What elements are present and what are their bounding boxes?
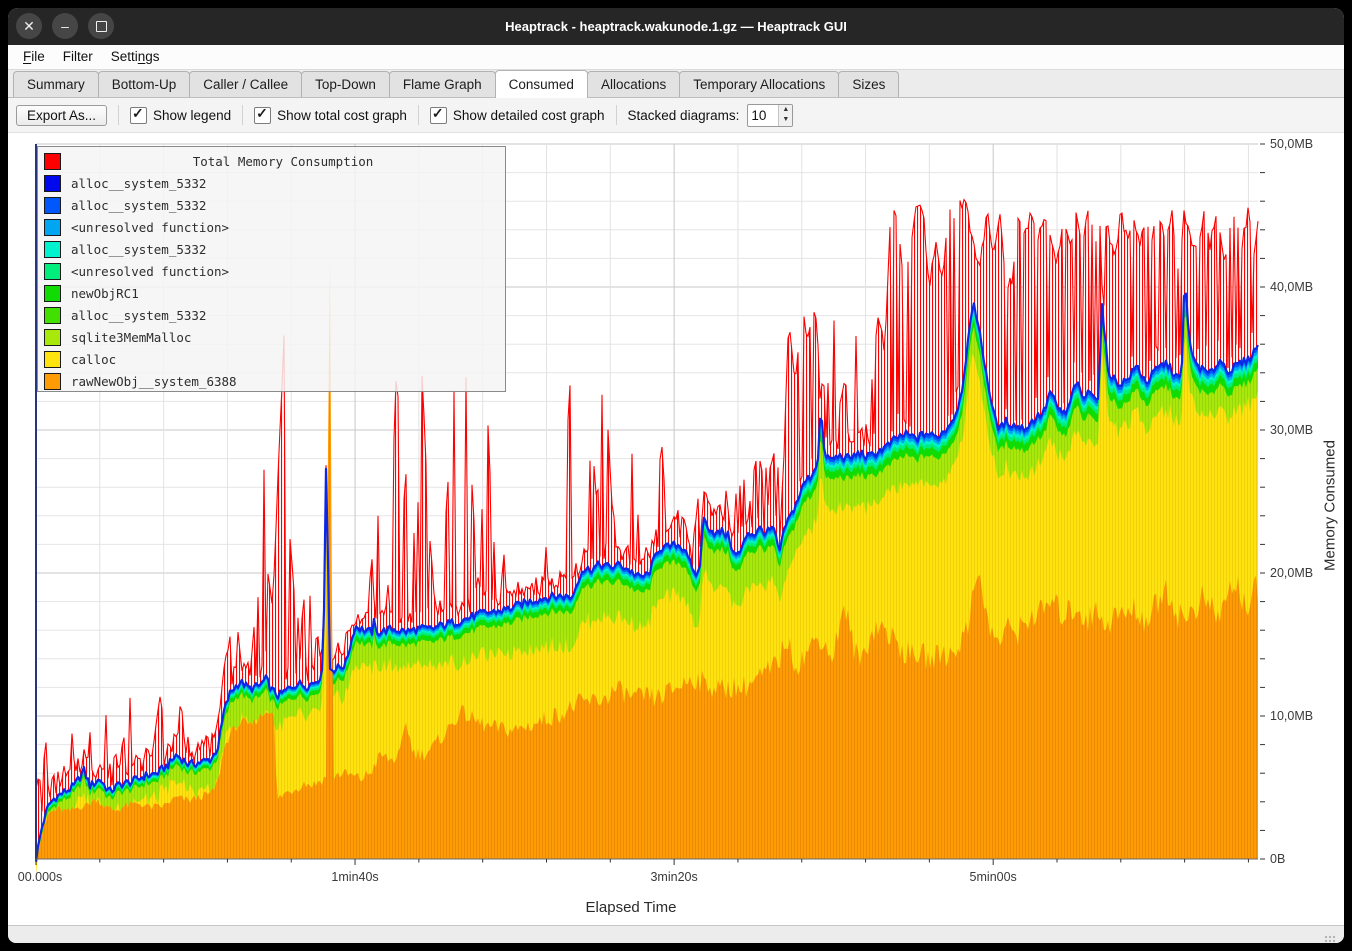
checkbox-label: Show total cost graph (277, 108, 407, 123)
resize-grip-icon[interactable] (1324, 935, 1336, 943)
checkbox-label: Show legend (153, 108, 231, 123)
chart-legend: Total Memory Consumption alloc__system_53… (37, 146, 506, 392)
app-window: ✕ – Heaptrack - heaptrack.wakunode.1.gz … (8, 8, 1344, 943)
tab-sizes[interactable]: Sizes (838, 71, 899, 97)
svg-text:30,0MB: 30,0MB (1270, 423, 1313, 437)
legend-swatch-icon (44, 373, 61, 390)
legend-row: alloc__system_5332 (38, 194, 505, 216)
legend-row: alloc__system_5332 (38, 238, 505, 260)
tab-summary[interactable]: Summary (13, 71, 99, 97)
svg-text:5min00s: 5min00s (970, 870, 1017, 884)
legend-swatch-icon (44, 329, 61, 346)
svg-text:10,0MB: 10,0MB (1270, 709, 1313, 723)
tab-bar: SummaryBottom-UpCaller / CalleeTop-DownF… (8, 70, 1344, 98)
legend-label: alloc__system_5332 (71, 176, 206, 191)
toolbar: Export As... Show legend Show total cost … (8, 98, 1344, 133)
legend-row: <unresolved function> (38, 260, 505, 282)
svg-text:00.000s: 00.000s (18, 870, 62, 884)
legend-row: sqlite3MemMalloc (38, 326, 505, 348)
svg-text:1min40s: 1min40s (331, 870, 378, 884)
checkbox-check-icon (254, 107, 271, 124)
svg-text:3min20s: 3min20s (650, 870, 697, 884)
tab-caller-callee[interactable]: Caller / Callee (189, 71, 302, 97)
spinner-arrows: ▲ ▼ (778, 105, 792, 126)
tab-top-down[interactable]: Top-Down (301, 71, 390, 97)
stacked-diagrams-spinbox[interactable]: 10 ▲ ▼ (747, 104, 793, 127)
menu-bar: FileFilterSettings (8, 45, 1344, 70)
checkbox-show-detailed-cost-graph[interactable]: Show detailed cost graph (430, 107, 605, 124)
legend-row: newObjRC1 (38, 282, 505, 304)
checkbox-check-icon (130, 107, 147, 124)
legend-label: sqlite3MemMalloc (71, 330, 191, 345)
legend-swatch-icon (44, 219, 61, 236)
checkbox-show-total-cost-graph[interactable]: Show total cost graph (254, 107, 407, 124)
tab-allocations[interactable]: Allocations (587, 71, 680, 97)
legend-swatch-icon (44, 153, 61, 170)
export-as-button[interactable]: Export As... (16, 105, 107, 126)
legend-label: newObjRC1 (71, 286, 139, 301)
tab-consumed[interactable]: Consumed (495, 70, 588, 98)
title-bar: ✕ – Heaptrack - heaptrack.wakunode.1.gz … (8, 8, 1344, 45)
y-axis-title: Memory Consumed (1322, 426, 1339, 586)
legend-swatch-icon (44, 263, 61, 280)
memory-chart[interactable]: 00.000s 1min40s 3min20s 5min00s 0B 10,0MB 20,0… (8, 133, 1344, 925)
svg-text:40,0MB: 40,0MB (1270, 280, 1313, 294)
legend-label: alloc__system_5332 (71, 242, 206, 257)
svg-text:50,0MB: 50,0MB (1270, 137, 1313, 151)
checkbox-show-legend[interactable]: Show legend (130, 107, 231, 124)
legend-label: rawNewObj__system_6388 (71, 374, 237, 389)
legend-swatch-icon (44, 197, 61, 214)
stacked-diagrams-label: Stacked diagrams: (628, 108, 740, 123)
legend-swatch-icon (44, 307, 61, 324)
legend-label: calloc (71, 352, 116, 367)
checkbox-label: Show detailed cost graph (453, 108, 605, 123)
legend-swatch-icon (44, 241, 61, 258)
x-axis-title: Elapsed Time (8, 899, 1254, 916)
legend-row: alloc__system_5332 (38, 304, 505, 326)
legend-swatch-icon (44, 351, 61, 368)
checkbox-check-icon (430, 107, 447, 124)
spin-down-icon[interactable]: ▼ (779, 115, 792, 126)
menu-item-filter[interactable]: Filter (54, 45, 102, 69)
window-title: Heaptrack - heaptrack.wakunode.1.gz — He… (8, 8, 1344, 45)
status-bar (8, 925, 1344, 943)
legend-label: alloc__system_5332 (71, 308, 206, 323)
menu-item-file[interactable]: File (14, 45, 54, 69)
legend-row: calloc (38, 348, 505, 370)
legend-row: <unresolved function> (38, 216, 505, 238)
legend-label: <unresolved function> (71, 264, 229, 279)
legend-swatch-icon (44, 175, 61, 192)
legend-label: Total Memory Consumption (61, 154, 505, 169)
legend-row: alloc__system_5332 (38, 172, 505, 194)
svg-text:0B: 0B (1270, 852, 1285, 866)
tab-bottom-up[interactable]: Bottom-Up (98, 71, 191, 97)
tab-temporary-allocations[interactable]: Temporary Allocations (679, 71, 839, 97)
legend-label: <unresolved function> (71, 220, 229, 235)
spin-up-icon[interactable]: ▲ (779, 105, 792, 116)
legend-row: Total Memory Consumption (38, 150, 505, 172)
tab-flame-graph[interactable]: Flame Graph (389, 71, 496, 97)
legend-swatch-icon (44, 285, 61, 302)
stacked-diagrams-value: 10 (748, 105, 778, 126)
toolbar-separator (118, 105, 119, 125)
menu-item-settings[interactable]: Settings (102, 45, 169, 69)
legend-row: rawNewObj__system_6388 (38, 370, 505, 392)
legend-label: alloc__system_5332 (71, 198, 206, 213)
svg-text:20,0MB: 20,0MB (1270, 566, 1313, 580)
toolbar-separator (616, 105, 617, 125)
